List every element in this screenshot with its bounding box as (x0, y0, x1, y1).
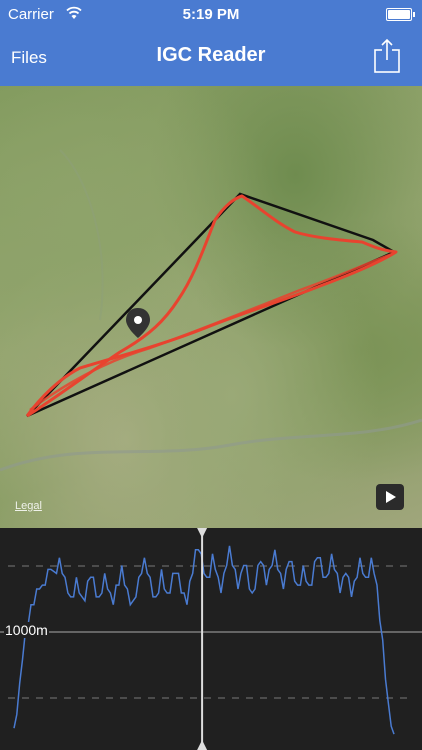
task-triangle (26, 192, 397, 418)
legal-link[interactable]: Legal (15, 500, 42, 512)
share-icon[interactable] (374, 38, 400, 74)
map-view[interactable]: Legal (0, 86, 422, 528)
river-line (0, 418, 422, 472)
page-title: IGC Reader (156, 44, 266, 66)
cursor-handle-top[interactable] (197, 528, 208, 538)
road-line (59, 149, 104, 321)
status-bar: Carrier 5:19 PM (0, 0, 422, 30)
altitude-tick-label: 1000m (4, 622, 49, 638)
cursor-handle-bottom[interactable] (197, 740, 208, 750)
play-button[interactable] (376, 484, 404, 510)
battery-icon (386, 8, 415, 21)
status-time: 5:19 PM (182, 6, 240, 23)
altitude-series-line (13, 545, 395, 735)
navigation-bar: Files IGC Reader (0, 30, 422, 86)
altitude-chart-svg (0, 528, 422, 750)
altitude-chart[interactable]: 1000m (0, 528, 422, 750)
battery-level (388, 10, 410, 19)
